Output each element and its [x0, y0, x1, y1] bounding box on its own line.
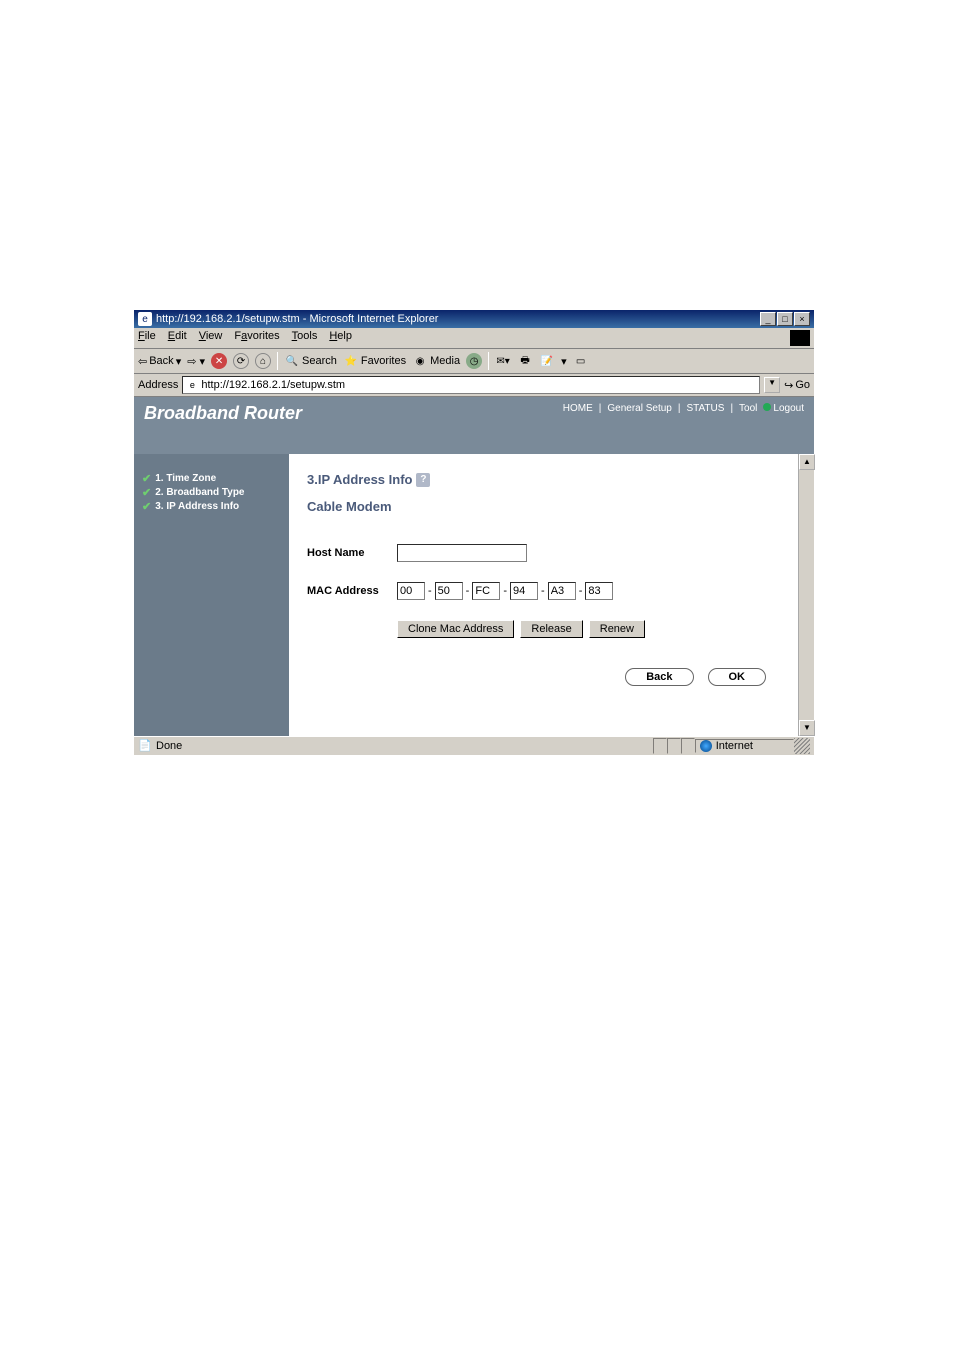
forward-button[interactable]: ⇨ ▾	[187, 355, 205, 368]
back-button[interactable]: ⇦ Back ▾	[138, 355, 181, 368]
window-controls: _ □ ×	[760, 312, 810, 326]
nav-home[interactable]: HOME	[563, 403, 593, 414]
check-icon: ✔	[142, 472, 151, 485]
zone-text: Internet	[716, 740, 753, 752]
refresh-icon[interactable]: ⟳	[233, 353, 249, 369]
sidebar-item-time-zone[interactable]: ✔ 1. Time Zone	[142, 472, 281, 485]
status-bar: 📄 Done Internet	[134, 736, 814, 755]
sidebar-item-ip-address-info[interactable]: ✔ 3. IP Address Info	[142, 500, 281, 513]
menu-help[interactable]: Help	[329, 330, 352, 346]
host-name-input[interactable]	[397, 544, 527, 562]
main-area: ✔ 1. Time Zone ✔ 2. Broadband Type ✔ 3. IP …	[134, 454, 814, 736]
home-icon[interactable]: ⌂	[255, 353, 271, 369]
menu-edit[interactable]: Edit	[168, 330, 187, 346]
menu-favorites[interactable]: Favorites	[234, 330, 279, 346]
print-icon[interactable]: 🖶	[517, 353, 533, 369]
sidebar-item-label: 1. Time Zone	[155, 473, 216, 484]
sidebar-item-broadband-type[interactable]: ✔ 2. Broadband Type	[142, 486, 281, 499]
ie-logo	[790, 330, 810, 346]
menu-bar: File Edit View Favorites Tools Help	[134, 328, 814, 349]
form-nav-buttons: Back OK	[307, 668, 796, 686]
heading-text: 3.IP Address Info	[307, 472, 412, 487]
mac-input-2[interactable]	[435, 582, 463, 600]
address-label: Address	[138, 379, 178, 391]
status-text: Done	[156, 740, 182, 752]
ok-button[interactable]: OK	[708, 668, 767, 686]
status-left: 📄 Done	[138, 739, 653, 753]
sidebar: ✔ 1. Time Zone ✔ 2. Broadband Type ✔ 3. IP …	[134, 454, 289, 736]
browser-window: e http://192.168.2.1/setupw.stm - Micros…	[134, 310, 814, 755]
edit-icon[interactable]: 📝	[539, 353, 555, 369]
sidebar-item-label: 2. Broadband Type	[155, 487, 244, 498]
page-content: Broadband Router HOME| General Setup| ST…	[134, 397, 814, 736]
separator	[488, 352, 489, 370]
status-pane	[667, 738, 681, 754]
mac-input-3[interactable]	[472, 582, 500, 600]
maximize-button[interactable]: □	[777, 312, 793, 326]
page-icon: e	[185, 378, 199, 392]
scroll-down-button[interactable]: ▼	[799, 720, 815, 736]
search-button[interactable]: 🔍Search	[284, 353, 337, 369]
discuss-icon[interactable]: ▭	[573, 353, 589, 369]
nav-general-setup[interactable]: General Setup	[607, 403, 672, 414]
mac-address-label: MAC Address	[307, 585, 397, 597]
renew-button[interactable]: Renew	[589, 620, 645, 638]
logout-icon	[763, 403, 771, 411]
menu-file[interactable]: File	[138, 330, 156, 346]
check-icon: ✔	[142, 500, 151, 513]
resize-grip[interactable]	[794, 738, 810, 754]
mac-address-row: MAC Address - - - - -	[307, 582, 796, 600]
sidebar-item-label: 3. IP Address Info	[155, 501, 239, 512]
close-button[interactable]: ×	[794, 312, 810, 326]
go-button[interactable]: ↪ Go	[784, 379, 810, 392]
stop-icon[interactable]: ✕	[211, 353, 227, 369]
back-button[interactable]: Back	[625, 668, 693, 686]
address-input[interactable]	[201, 379, 757, 391]
host-name-row: Host Name	[307, 544, 796, 562]
address-dropdown[interactable]: ▼	[764, 377, 780, 393]
nav-logout[interactable]: Logout	[763, 403, 804, 414]
media-button[interactable]: ◉Media	[412, 353, 460, 369]
address-bar: Address e ▼ ↪ Go	[134, 374, 814, 397]
mail-icon[interactable]: ✉▾	[495, 353, 511, 369]
vertical-scrollbar[interactable]: ▲ ▼	[798, 454, 814, 736]
done-icon: 📄	[138, 739, 152, 753]
separator	[277, 352, 278, 370]
dropdown-icon[interactable]: ▾	[561, 355, 567, 368]
scroll-up-button[interactable]: ▲	[799, 454, 815, 470]
brand-title: Broadband Router	[144, 403, 302, 424]
toolbar: ⇦ Back ▾ ⇨ ▾ ✕ ⟳ ⌂ 🔍Search ⭐Favorites ◉M…	[134, 349, 814, 374]
mac-buttons-row: Clone Mac Address Release Renew	[397, 620, 796, 638]
page-header: Broadband Router HOME| General Setup| ST…	[134, 397, 814, 454]
section-heading: 3.IP Address Info ?	[307, 472, 796, 487]
favorites-button[interactable]: ⭐Favorites	[343, 353, 406, 369]
menu-tools[interactable]: Tools	[292, 330, 318, 346]
address-input-container: e	[182, 376, 760, 394]
history-icon[interactable]: ◷	[466, 353, 482, 369]
nav-links: HOME| General Setup| STATUS| Tool Logout	[563, 403, 804, 414]
host-name-label: Host Name	[307, 547, 397, 559]
nav-tool[interactable]: Tool	[739, 403, 757, 414]
help-icon[interactable]: ?	[416, 473, 430, 487]
security-zone: Internet	[695, 739, 794, 753]
internet-icon	[700, 740, 712, 752]
ie-icon: e	[138, 312, 152, 326]
status-panes	[653, 738, 695, 754]
release-button[interactable]: Release	[520, 620, 582, 638]
mac-input-1[interactable]	[397, 582, 425, 600]
section-subtitle: Cable Modem	[307, 499, 796, 514]
mac-input-6[interactable]	[585, 582, 613, 600]
status-pane	[681, 738, 695, 754]
mac-input-4[interactable]	[510, 582, 538, 600]
clone-mac-button[interactable]: Clone Mac Address	[397, 620, 514, 638]
mac-input-5[interactable]	[548, 582, 576, 600]
nav-status[interactable]: STATUS	[686, 403, 724, 414]
minimize-button[interactable]: _	[760, 312, 776, 326]
content-pane: 3.IP Address Info ? Cable Modem Host Nam…	[289, 454, 814, 736]
window-title: http://192.168.2.1/setupw.stm - Microsof…	[156, 313, 760, 325]
status-pane	[653, 738, 667, 754]
check-icon: ✔	[142, 486, 151, 499]
menu-view[interactable]: View	[199, 330, 223, 346]
title-bar: e http://192.168.2.1/setupw.stm - Micros…	[134, 310, 814, 328]
